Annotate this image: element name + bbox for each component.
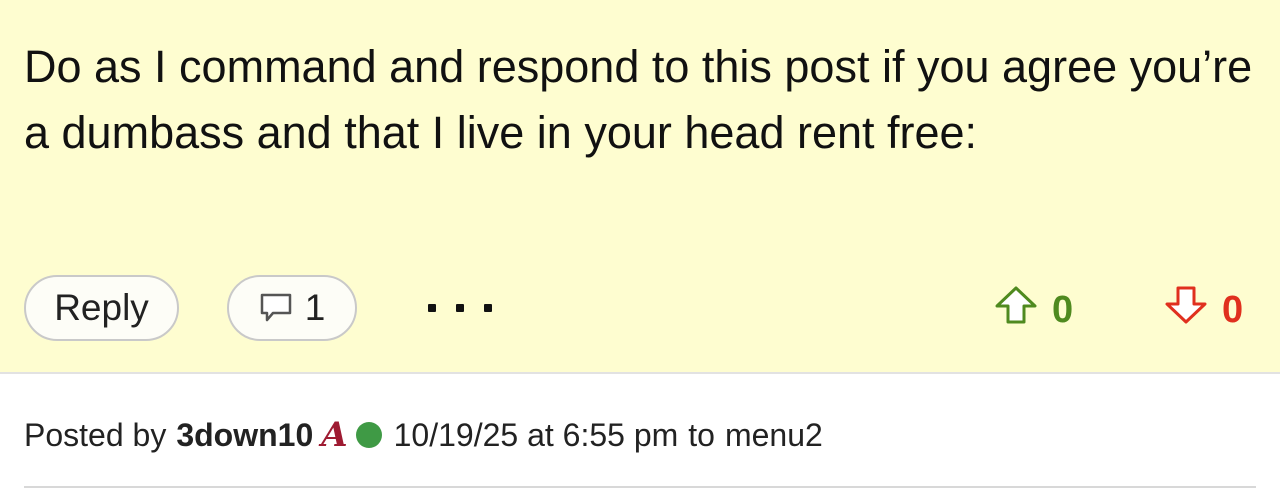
reply-to-username[interactable]: menu2 bbox=[725, 417, 823, 454]
posted-by-label: Posted by bbox=[24, 416, 167, 453]
alabama-logo-icon: A bbox=[321, 415, 348, 455]
reply-button[interactable]: Reply bbox=[24, 275, 179, 341]
upvote-button[interactable]: 0 bbox=[994, 285, 1073, 335]
post-card: Do as I command and respond to this post… bbox=[0, 0, 1280, 374]
downvote-count: 0 bbox=[1222, 288, 1244, 331]
arrow-up-icon bbox=[994, 285, 1038, 335]
online-status-icon bbox=[355, 422, 382, 448]
post-actions: Reply 1 0 0 bbox=[0, 275, 1280, 345]
author-username[interactable]: 3down10 bbox=[176, 417, 313, 454]
divider bbox=[24, 486, 1256, 488]
more-dot bbox=[428, 304, 436, 312]
comment-count: 1 bbox=[304, 287, 326, 328]
upvote-count: 0 bbox=[1052, 288, 1074, 331]
to-label: to bbox=[688, 416, 715, 453]
arrow-down-icon bbox=[1164, 285, 1208, 335]
more-dot bbox=[484, 304, 492, 312]
post-body: Do as I command and respond to this post… bbox=[24, 41, 1253, 158]
more-dot bbox=[456, 304, 464, 312]
post-meta: Posted by 3down10 A 10/19/25 at 6:55 pm … bbox=[24, 410, 823, 460]
comments-button[interactable]: 1 bbox=[227, 275, 357, 341]
post-timestamp: 10/19/25 at 6:55 pm bbox=[393, 416, 679, 453]
reply-button-label: Reply bbox=[54, 287, 149, 328]
downvote-button[interactable]: 0 bbox=[1164, 285, 1243, 335]
more-options-button[interactable] bbox=[428, 291, 492, 325]
speech-bubble-icon bbox=[259, 292, 293, 324]
